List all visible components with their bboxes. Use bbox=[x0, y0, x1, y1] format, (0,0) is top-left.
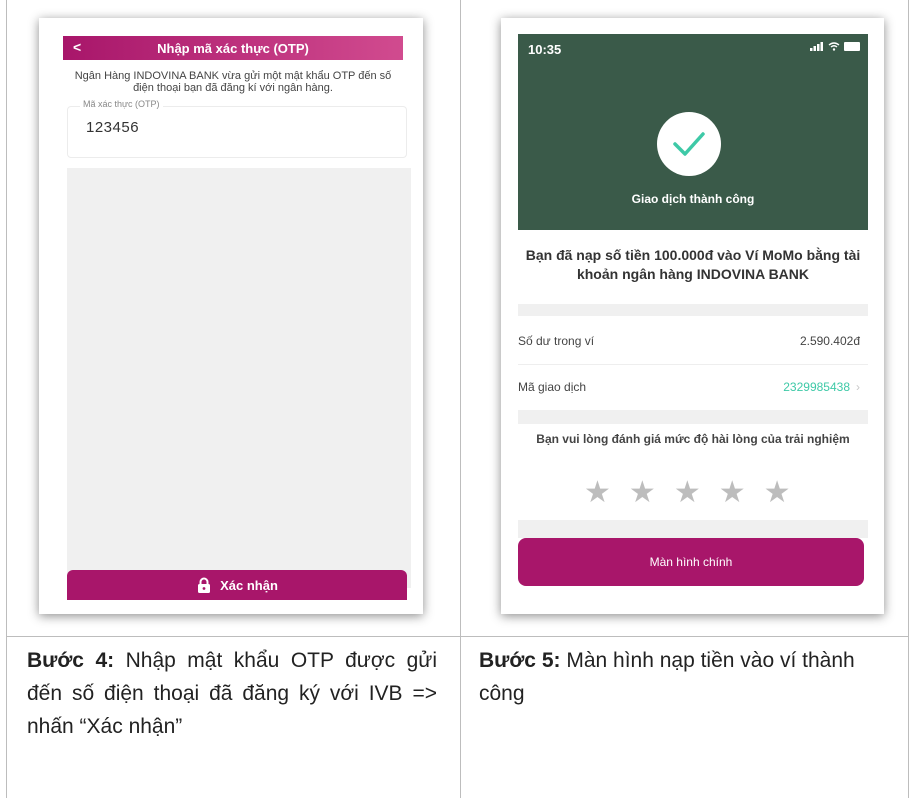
back-chevron-icon[interactable]: < bbox=[73, 39, 81, 55]
transaction-row[interactable]: Mã giao dịch 2329985438 › bbox=[518, 364, 868, 410]
transaction-id[interactable]: 2329985438 bbox=[783, 380, 850, 394]
table-row-divider bbox=[7, 636, 908, 637]
transaction-label: Mã giao dịch bbox=[518, 380, 587, 394]
step5-label: Bước 5: bbox=[479, 649, 561, 672]
status-bar-icons bbox=[810, 42, 860, 51]
star-icon[interactable]: ★ bbox=[674, 478, 701, 508]
confirm-button[interactable]: Xác nhận bbox=[67, 570, 407, 600]
confirm-button-label: Xác nhận bbox=[220, 577, 278, 593]
home-screen-button[interactable]: Màn hình chính bbox=[518, 538, 864, 586]
transaction-value-wrap[interactable]: 2329985438 › bbox=[783, 380, 860, 394]
success-check-icon bbox=[657, 112, 721, 176]
keyboard-placeholder-area bbox=[67, 168, 411, 588]
success-details: Bạn đã nạp số tiền 100.000đ vào Ví MoMo … bbox=[518, 230, 868, 614]
wifi-icon bbox=[828, 42, 840, 51]
otp-header-title: Nhập mã xác thực (OTP) bbox=[157, 40, 309, 56]
balance-value: 2.590.402đ bbox=[799, 334, 860, 348]
section-separator bbox=[518, 520, 868, 538]
step4-label: Bước 4: bbox=[27, 649, 115, 672]
otp-header-bar: < Nhập mã xác thực (OTP) bbox=[63, 36, 403, 60]
signal-icon bbox=[810, 42, 823, 51]
star-icon[interactable]: ★ bbox=[764, 478, 791, 508]
battery-icon bbox=[844, 42, 860, 51]
star-icon[interactable]: ★ bbox=[584, 478, 611, 508]
star-icon[interactable]: ★ bbox=[719, 478, 746, 508]
star-icon[interactable]: ★ bbox=[629, 478, 656, 508]
success-banner: 10:35 Giao dịch thành công bbox=[518, 34, 868, 230]
step4-caption: Bước 4: Nhập mật khẩu OTP được gửi đến s… bbox=[27, 644, 437, 743]
otp-field-label: Mã xác thực (OTP) bbox=[80, 99, 163, 109]
section-separator bbox=[518, 304, 868, 316]
step5-caption: Bước 5: Màn hình nạp tiền vào ví thành c… bbox=[479, 644, 899, 710]
otp-input-field[interactable]: Mã xác thực (OTP) 123456 bbox=[67, 99, 407, 158]
status-time: 10:35 bbox=[528, 42, 562, 57]
rating-stars: ★ ★ ★ ★ ★ bbox=[584, 478, 791, 508]
lock-icon bbox=[198, 577, 211, 593]
rating-question: Bạn vui lòng đánh giá mức độ hài lòng củ… bbox=[536, 432, 850, 446]
success-message: Bạn đã nạp số tiền 100.000đ vào Ví MoMo … bbox=[525, 247, 861, 282]
table-column-divider bbox=[460, 0, 461, 798]
success-screenshot: 10:35 Giao dịch thành công Bạn đã nạp số… bbox=[501, 18, 884, 614]
balance-label: Số dư trong ví bbox=[518, 334, 595, 348]
balance-row: Số dư trong ví 2.590.402đ bbox=[518, 318, 868, 365]
otp-message: Ngân Hàng INDOVINA BANK vừa gửi một mật … bbox=[74, 70, 392, 94]
otp-field-value[interactable]: 123456 bbox=[86, 119, 139, 136]
otp-screenshot: < Nhập mã xác thực (OTP) Ngân Hàng INDOV… bbox=[39, 18, 423, 614]
document-table: < Nhập mã xác thực (OTP) Ngân Hàng INDOV… bbox=[6, 0, 909, 798]
section-separator bbox=[518, 410, 868, 424]
success-title: Giao dịch thành công bbox=[631, 192, 755, 206]
chevron-right-icon[interactable]: › bbox=[856, 380, 860, 394]
